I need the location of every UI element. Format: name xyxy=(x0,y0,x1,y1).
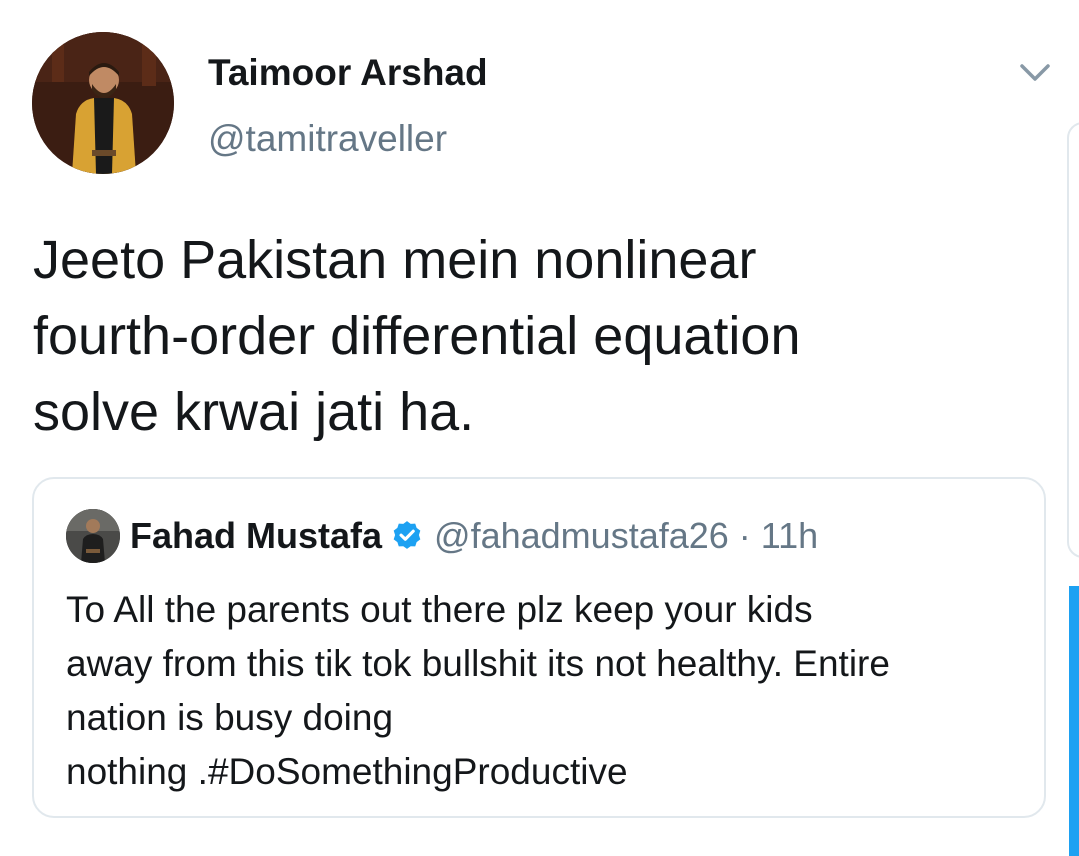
tweet-text: Jeeto Pakistan mein nonlinear fourth-ord… xyxy=(33,230,801,442)
author-avatar-image xyxy=(32,32,174,174)
quoted-tweet-timestamp[interactable]: 11h xyxy=(761,515,818,557)
quoted-author-name[interactable]: Fahad Mustafa xyxy=(130,515,382,557)
author-name[interactable]: Taimoor Arshad xyxy=(208,52,488,94)
verified-badge-icon xyxy=(390,519,424,553)
chevron-down-icon[interactable] xyxy=(1017,58,1053,86)
adjacent-card-edge xyxy=(1067,122,1079,558)
quoted-author-avatar-image xyxy=(66,509,120,563)
scroll-accent-bar xyxy=(1069,586,1079,856)
quoted-tweet-header: Fahad Mustafa @fahadmustafa26 · 11h xyxy=(66,509,818,563)
quoted-author-avatar[interactable] xyxy=(66,509,120,563)
meta-separator: · xyxy=(738,515,751,556)
quoted-tweet-card[interactable]: Fahad Mustafa @fahadmustafa26 · 11h To A… xyxy=(32,477,1046,818)
author-handle[interactable]: @tamitraveller xyxy=(208,118,447,160)
author-avatar[interactable] xyxy=(32,32,174,174)
quoted-author-handle[interactable]: @fahadmustafa26 xyxy=(434,515,729,557)
quoted-tweet-text: To All the parents out there plz keep yo… xyxy=(66,589,890,792)
